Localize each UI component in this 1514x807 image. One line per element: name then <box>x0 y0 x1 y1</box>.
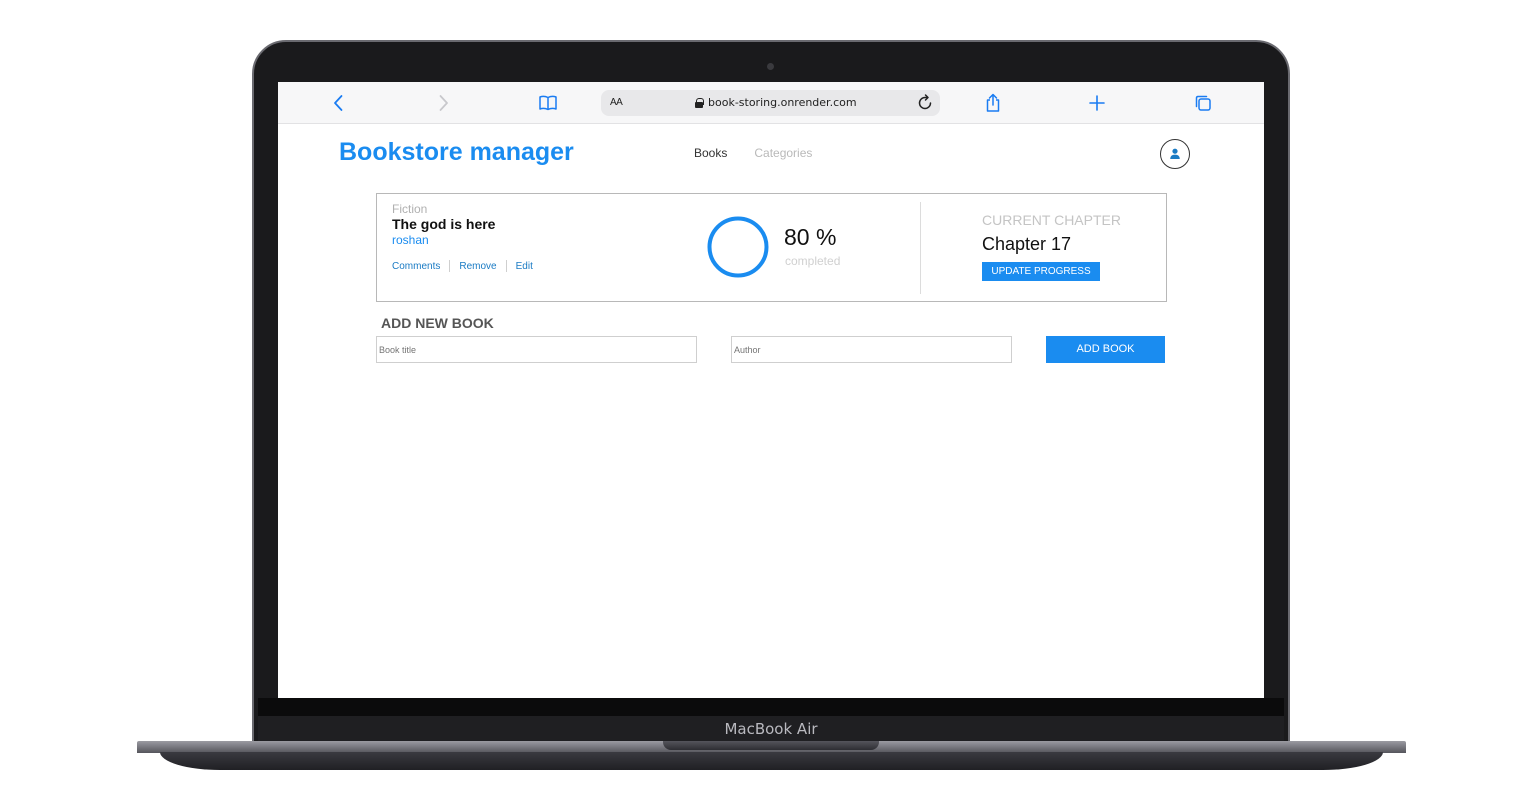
book-genre: Fiction <box>392 202 428 216</box>
edit-link[interactable]: Edit <box>516 261 533 272</box>
add-book-heading: ADD NEW BOOK <box>381 315 494 331</box>
remove-link[interactable]: Remove <box>459 261 496 272</box>
user-icon <box>1170 148 1180 159</box>
book-title-input[interactable] <box>376 336 697 363</box>
book-title: The god is here <box>392 216 496 232</box>
browser-toolbar: AA book-storing.onrender.com <box>278 82 1264 124</box>
progress-percent: 80 % <box>784 224 837 250</box>
text-size-button[interactable]: AA <box>610 97 623 108</box>
bottom-bezel <box>258 698 1284 716</box>
device-label: MacBook Air <box>258 716 1284 742</box>
separator <box>449 260 451 272</box>
add-book-button[interactable]: ADD BOOK <box>1046 336 1165 363</box>
laptop-base-lower <box>160 752 1383 770</box>
reload-icon[interactable] <box>915 93 935 113</box>
hinge-notch <box>663 741 879 750</box>
nav-books-link[interactable]: Books <box>694 146 727 160</box>
forward-icon[interactable] <box>430 90 456 116</box>
book-card: Fiction The god is here roshan Comments … <box>376 193 1167 302</box>
nav-categories-link[interactable]: Categories <box>754 146 812 160</box>
comments-link[interactable]: Comments <box>392 261 440 272</box>
new-tab-icon[interactable] <box>1084 90 1110 116</box>
bookmarks-icon[interactable] <box>535 90 561 116</box>
progress-label: completed <box>785 254 841 268</box>
author-input[interactable] <box>731 336 1012 363</box>
user-avatar-button[interactable] <box>1160 139 1190 169</box>
tabs-overview-icon[interactable] <box>1190 90 1216 116</box>
progress-ring <box>707 216 769 278</box>
lock-icon <box>695 97 704 108</box>
share-icon[interactable] <box>980 90 1006 116</box>
url-text: book-storing.onrender.com <box>708 96 857 109</box>
book-actions: Comments Remove Edit <box>392 260 533 272</box>
card-divider <box>920 202 921 294</box>
update-progress-button[interactable]: UPDATE PROGRESS <box>982 262 1100 281</box>
screen: AA book-storing.onrender.com Bookstore m… <box>278 82 1264 698</box>
current-chapter-label: CURRENT CHAPTER <box>982 212 1121 228</box>
address-bar[interactable]: AA book-storing.onrender.com <box>601 90 940 116</box>
app-title: Bookstore manager <box>339 138 574 166</box>
main-nav: Books Categories <box>694 146 812 160</box>
current-chapter: Chapter 17 <box>982 234 1072 254</box>
separator <box>505 260 507 272</box>
camera <box>767 63 774 70</box>
book-author: roshan <box>392 233 429 247</box>
back-icon[interactable] <box>326 90 352 116</box>
